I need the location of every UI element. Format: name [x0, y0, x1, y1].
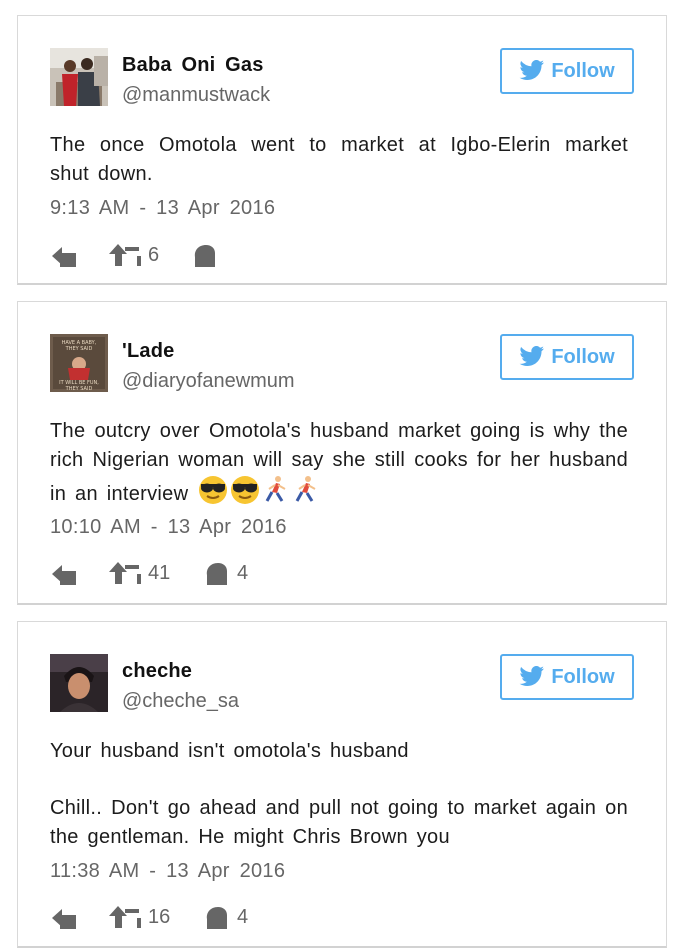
twitter-bird-icon — [519, 666, 545, 687]
author-name[interactable]: cheche — [122, 660, 192, 683]
like-button[interactable]: 4 — [205, 558, 248, 588]
retweet-count: 6 — [148, 243, 160, 266]
retweet-count: 16 — [148, 905, 171, 928]
like-icon — [206, 907, 227, 929]
avatar[interactable] — [50, 654, 108, 712]
author-name[interactable]: 'Lade — [122, 340, 174, 363]
tweet-timestamp[interactable]: 9:13 AM - 13 Apr 2016 — [50, 197, 275, 220]
retweet-button[interactable]: 6 — [108, 240, 159, 270]
tweet-actions: 41 4 — [50, 558, 350, 588]
tweet-text: The once Omotola went to market at Igbo-… — [50, 134, 628, 185]
author-handle[interactable]: @cheche_sa — [122, 690, 239, 713]
tweet-card: cheche @cheche_sa Follow Your husband is… — [17, 621, 667, 948]
tweet-timestamp[interactable]: 11:38 AM - 13 Apr 2016 — [50, 860, 285, 883]
author-handle[interactable]: @diaryofanewmum — [122, 370, 295, 393]
follow-button[interactable]: Follow — [500, 48, 634, 94]
tweet-actions: 16 4 — [50, 902, 350, 932]
avatar[interactable] — [50, 48, 108, 106]
reply-button[interactable] — [50, 240, 78, 270]
tweet-actions: 6 — [50, 240, 350, 270]
retweet-icon — [109, 244, 141, 266]
like-button[interactable] — [193, 240, 225, 270]
like-count: 4 — [237, 905, 249, 928]
follow-label: Follow — [551, 59, 615, 82]
avatar-caption: THEY SAID — [65, 386, 93, 392]
running-person-icon — [291, 475, 321, 514]
running-person-icon — [261, 475, 291, 514]
tweet-text: The outcry over Omotola's husband market… — [50, 417, 628, 514]
follow-button[interactable]: Follow — [500, 654, 634, 700]
sunglasses-face-icon — [229, 475, 261, 514]
follow-label: Follow — [551, 345, 615, 368]
tweet-card: Baba Oni Gas @manmustwack Follow The onc… — [17, 15, 667, 285]
like-button[interactable]: 4 — [205, 902, 248, 932]
retweet-button[interactable]: 41 — [108, 558, 170, 588]
author-handle[interactable]: @manmustwack — [122, 84, 270, 107]
tweet-text-content: The outcry over Omotola's husband market… — [50, 420, 628, 505]
tweet-timestamp[interactable]: 10:10 AM - 13 Apr 2016 — [50, 516, 287, 539]
like-count: 4 — [237, 561, 249, 584]
twitter-bird-icon — [519, 60, 545, 81]
twitter-bird-icon — [519, 346, 545, 367]
retweet-icon — [109, 562, 141, 584]
tweet-card: HAVE A BABY, THEY SAID IT WILL BE FUN, T… — [17, 301, 667, 605]
reply-icon — [52, 909, 76, 929]
like-icon — [194, 245, 215, 267]
reply-button[interactable] — [50, 558, 78, 588]
avatar[interactable]: HAVE A BABY, THEY SAID IT WILL BE FUN, T… — [50, 334, 108, 392]
retweet-button[interactable]: 16 — [108, 902, 170, 932]
retweet-count: 41 — [148, 561, 171, 584]
reply-icon — [52, 565, 76, 585]
follow-label: Follow — [551, 665, 615, 688]
author-name[interactable]: Baba Oni Gas — [122, 54, 264, 77]
avatar-caption: THEY SAID — [65, 346, 93, 352]
tweet-text: Your husband isn't omotola's husband — [50, 740, 409, 762]
follow-button[interactable]: Follow — [500, 334, 634, 380]
reply-icon — [52, 247, 76, 267]
reply-button[interactable] — [50, 902, 78, 932]
retweet-icon — [109, 906, 141, 928]
tweet-text: Chill.. Don't go ahead and pull not goin… — [50, 797, 628, 848]
sunglasses-face-icon — [197, 475, 229, 514]
like-icon — [206, 563, 227, 585]
